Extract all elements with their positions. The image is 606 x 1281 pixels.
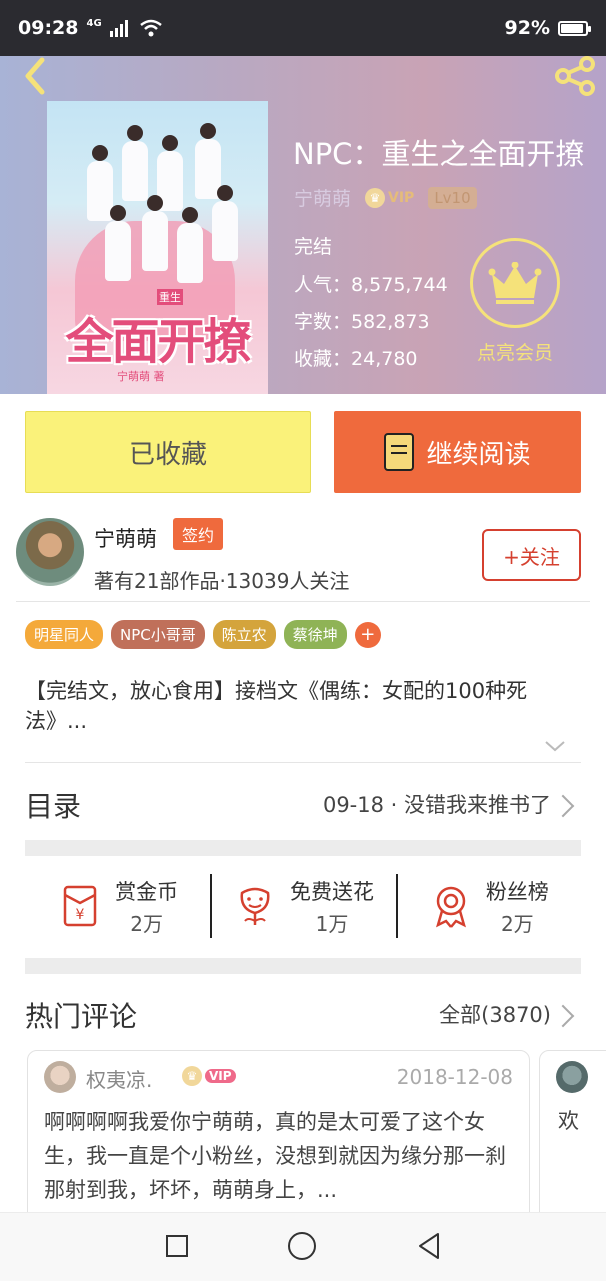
action-count: 1万 xyxy=(315,911,349,936)
divider xyxy=(25,762,581,763)
nav-back-icon[interactable] xyxy=(414,1231,444,1261)
more-tags-button[interactable]: + xyxy=(354,621,381,648)
share-icon[interactable] xyxy=(552,56,598,100)
red-envelope-icon: ¥ xyxy=(63,885,97,927)
flower-icon xyxy=(240,887,270,925)
crown-icon xyxy=(470,238,560,328)
author-name[interactable]: 宁萌萌 xyxy=(294,184,351,211)
cover-title: 全面开撩 xyxy=(65,314,251,370)
crown-icon: ♛ xyxy=(182,1066,202,1086)
hot-comments-header: 热门评论 全部(3870) xyxy=(25,992,581,1036)
chevron-down-icon[interactable] xyxy=(543,736,567,756)
action-count: 2万 xyxy=(130,911,164,936)
level-badge: Lv10 xyxy=(428,186,477,209)
back-icon[interactable] xyxy=(12,56,56,100)
system-nav-bar xyxy=(0,1212,606,1281)
recent-apps-icon[interactable] xyxy=(166,1235,188,1257)
status-time: 09:28 xyxy=(18,17,79,39)
action-count: 2万 xyxy=(500,911,534,936)
action-label: 赏金币 xyxy=(115,879,179,904)
author-section: 宁萌萌 签约 著有21部作品·13039人关注 +关注 xyxy=(0,515,606,601)
network-label: 4G xyxy=(86,17,102,29)
member-label: 点亮会员 xyxy=(476,342,553,364)
author-row: 宁萌萌 ♛ VIP Lv10 xyxy=(294,184,477,211)
continue-reading-button[interactable]: 继续阅读 xyxy=(334,411,581,493)
author-info: 著有21部作品·13039人关注 xyxy=(94,569,350,593)
section-gap xyxy=(25,958,581,974)
book-status: 完结 xyxy=(294,236,333,258)
stat-word-count: 字数：582,873 xyxy=(294,311,430,333)
book-header: 重生 全面开撩 宁萌萌 著 NPC：重生之全面开撩 宁萌萌 ♛ VIP Lv10… xyxy=(0,56,606,394)
tag-item[interactable]: 蔡徐坤 xyxy=(283,620,347,649)
signal-icon xyxy=(109,20,128,37)
comment-username[interactable]: 权夷凉. xyxy=(86,1064,152,1093)
tag-item[interactable]: 陈立农 xyxy=(212,620,276,649)
book-title: NPC：重生之全面开撩 xyxy=(293,137,585,171)
stat-popularity: 人气：8,575,744 xyxy=(294,274,448,296)
tag-item[interactable]: 明星同人 xyxy=(25,620,104,649)
book-cover[interactable]: 重生 全面开撩 宁萌萌 著 xyxy=(47,101,268,394)
collected-button[interactable]: 已收藏 xyxy=(25,411,311,493)
action-label: 免费送花 xyxy=(289,879,374,904)
chevron-right-icon xyxy=(551,794,575,818)
reward-coins-button[interactable]: ¥ 赏金币 2万 xyxy=(25,872,210,940)
stat-favorites: 收藏：24,780 xyxy=(294,348,418,370)
battery-percent: 92% xyxy=(504,17,550,39)
status-bar: 09:28 4G 92% xyxy=(0,0,606,56)
member-button[interactable]: 点亮会员 xyxy=(468,238,562,365)
section-gap xyxy=(25,840,581,856)
medal-icon xyxy=(435,886,466,928)
follow-button[interactable]: +关注 xyxy=(482,529,581,581)
avatar[interactable] xyxy=(44,1061,76,1093)
vip-badge: ♛ VIP xyxy=(182,1066,236,1086)
comment-date: 2018-12-08 xyxy=(396,1065,513,1089)
battery-icon xyxy=(558,20,591,36)
action-label: 粉丝榜 xyxy=(485,879,549,904)
tag-item[interactable]: NPC小哥哥 xyxy=(111,620,205,649)
divider xyxy=(16,601,590,602)
all-comments-link[interactable]: 全部(3870) xyxy=(439,999,551,1029)
send-flower-button[interactable]: 免费送花 1万 xyxy=(210,872,395,940)
wifi-icon xyxy=(139,19,162,37)
fan-ranking-button[interactable]: 粉丝榜 2万 xyxy=(395,872,581,940)
tag-list: 明星同人 NPC小哥哥 陈立农 蔡徐坤 + xyxy=(25,620,381,649)
svg-text:¥: ¥ xyxy=(76,907,85,923)
signed-badge: 签约 xyxy=(173,518,224,550)
vip-badge: ♛ VIP xyxy=(365,187,414,208)
chevron-right-icon[interactable] xyxy=(551,1004,575,1028)
hot-comments-title: 热门评论 xyxy=(25,1000,138,1033)
table-of-contents-row[interactable]: 目录 09-18 · 没错我来推书了 xyxy=(25,780,581,828)
latest-chapter: 09-18 · 没错我来推书了 xyxy=(322,793,551,817)
avatar[interactable] xyxy=(16,518,84,586)
book-icon xyxy=(384,433,415,471)
book-intro[interactable]: 【完结文，放心食用】接档文《偶练：女配的100种死法》... xyxy=(25,676,580,736)
support-actions: ¥ 赏金币 2万 免费送花 1万 粉丝榜 2万 xyxy=(25,872,581,940)
comment-text: 欢 xyxy=(558,1109,579,1133)
toc-title: 目录 xyxy=(25,790,82,823)
crown-icon: ♛ xyxy=(365,187,386,208)
cover-subtitle: 宁萌萌 著 xyxy=(117,370,165,383)
home-icon[interactable] xyxy=(288,1232,316,1260)
author-name-label[interactable]: 宁萌萌 xyxy=(94,523,157,553)
avatar[interactable] xyxy=(556,1061,588,1093)
comment-text: 啊啊啊啊我爱你宁萌萌，真的是太可爱了这个女生，我一直是个小粉丝，没想到就因为缘分… xyxy=(44,1110,506,1202)
